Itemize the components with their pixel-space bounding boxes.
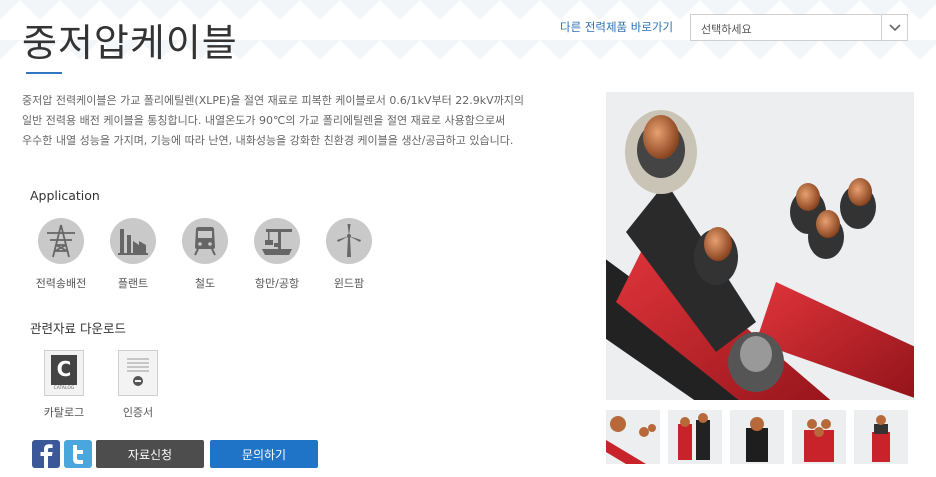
catalog-badge-text: CATALOG (53, 386, 75, 391)
thumbnail[interactable] (668, 410, 722, 464)
application-label: 전력송배전 (35, 277, 87, 290)
product-select-value: 선택하세요 (701, 23, 752, 36)
certificate-icon[interactable] (118, 350, 158, 396)
port-crane-icon (254, 218, 300, 264)
cable-photo (606, 92, 914, 400)
other-products-label: 다른 전력제품 바로가기 (560, 20, 674, 34)
factory-icon (110, 218, 156, 264)
power-tower-icon (38, 218, 84, 264)
application-item: 윈드팜 (313, 218, 385, 291)
thumbnail[interactable] (606, 410, 660, 464)
wind-turbine-icon (326, 218, 372, 264)
thumbnail[interactable] (854, 410, 908, 464)
catalog-icon[interactable]: C CATALOG (44, 350, 84, 396)
product-select[interactable]: 선택하세요 (690, 14, 908, 41)
twitter-icon (73, 445, 83, 464)
application-title: Application (30, 188, 100, 203)
downloads-title: 관련자료 다운로드 (30, 321, 126, 336)
application-label: 항만/공항 (254, 277, 300, 290)
application-item: 전력송배전 (25, 218, 97, 291)
download-label: 인증서 (122, 406, 154, 419)
twitter-share-button[interactable] (64, 440, 92, 468)
thumbnail[interactable] (792, 410, 846, 464)
application-item: 플랜트 (97, 218, 169, 291)
chevron-down-icon[interactable] (881, 15, 907, 40)
product-description: 중저압 전력케이블은 가교 폴리에틸렌(XLPE)을 절연 재료로 피복한 케이… (22, 91, 582, 151)
description-line: 우수한 내열 성능을 가지며, 기능에 따라 난연, 내화성능을 강화한 친환경… (22, 134, 514, 147)
title-underline (26, 72, 62, 74)
application-item: 철도 (169, 218, 241, 291)
download-label: 카탈로그 (43, 406, 85, 419)
inquiry-button[interactable]: 문의하기 (210, 440, 318, 468)
thumbnail[interactable] (730, 410, 784, 464)
download-list: C CATALOG 카탈로그 인증서 (27, 350, 175, 420)
application-list: 전력송배전 플랜트 철도 항만/공항 윈드팜 (25, 218, 385, 291)
application-label: 철도 (194, 277, 216, 290)
facebook-share-button[interactable] (32, 440, 60, 468)
facebook-icon (40, 444, 53, 468)
catalog-badge-letter: C (51, 355, 77, 385)
application-label: 윈드팜 (333, 277, 365, 290)
download-catalog[interactable]: C CATALOG 카탈로그 (27, 350, 101, 420)
description-line: 중저압 전력케이블은 가교 폴리에틸렌(XLPE)을 절연 재료로 피복한 케이… (22, 94, 524, 107)
application-label: 플랜트 (117, 277, 149, 290)
train-icon (182, 218, 228, 264)
request-materials-button[interactable]: 자료신청 (96, 440, 204, 468)
application-item: 항만/공항 (241, 218, 313, 291)
description-line: 일반 전력용 배전 케이블을 통칭합니다. 내열온도가 90℃의 가교 폴리에틸… (22, 114, 506, 127)
download-certificate[interactable]: 인증서 (101, 350, 175, 420)
page-title: 중저압케이블 (22, 21, 238, 65)
thumbnail-strip (606, 410, 908, 464)
main-product-image (606, 92, 914, 400)
